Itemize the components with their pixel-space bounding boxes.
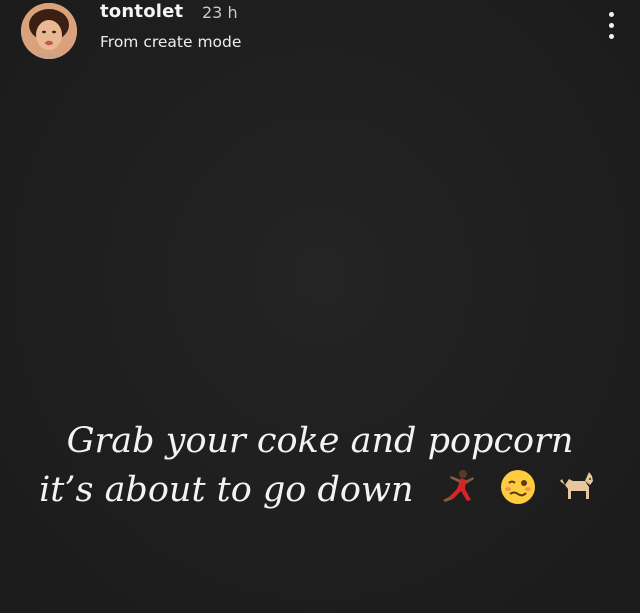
more-options-button[interactable]: [600, 8, 624, 44]
dancing-woman-icon: [442, 469, 474, 502]
caption-line-1: Grab your coke and popcorn: [66, 421, 574, 461]
avatar[interactable]: [21, 3, 77, 59]
more-dot-icon: [609, 12, 614, 17]
dog-icon: [559, 471, 593, 499]
story-view: tontolet 23 h From create mode Grab your…: [0, 0, 640, 613]
more-dot-icon: [609, 23, 614, 28]
story-header: tontolet 23 h From create mode: [0, 0, 640, 70]
post-time: 23 h: [202, 3, 238, 22]
story-caption: Grab your coke and popcorn it’s about to…: [0, 417, 640, 516]
avatar-photo-icon: [21, 3, 77, 59]
emoji-row: [435, 461, 601, 510]
caption-line-2: it’s about to go down: [0, 466, 640, 516]
caption-line-2-text: it’s about to go down: [39, 470, 414, 510]
post-subtitle: From create mode: [100, 33, 242, 51]
more-dot-icon: [609, 34, 614, 39]
username[interactable]: tontolet: [100, 1, 183, 22]
woozy-face-icon: [500, 469, 535, 504]
